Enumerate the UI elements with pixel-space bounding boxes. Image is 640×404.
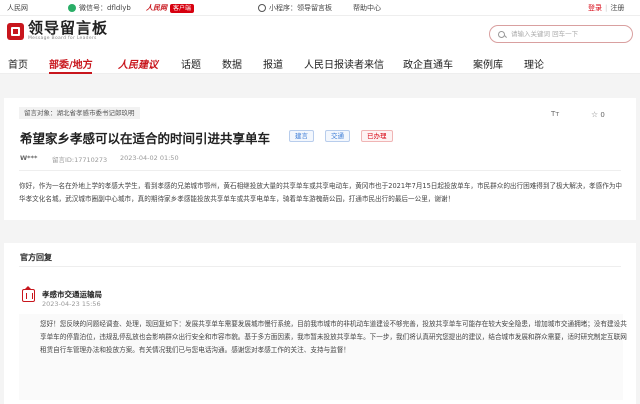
- nav-item-theory[interactable]: 理论: [524, 56, 544, 71]
- site-header: 领导留言板 Message Board for Leaders: [0, 16, 640, 50]
- top-utility-bar: 人民网 微信号：dfldlyb 人民网 客户端 小程序：领导留言板 帮助中心 登…: [0, 0, 640, 16]
- search-box[interactable]: [489, 25, 633, 43]
- people-daily-logo: 人民网: [146, 3, 167, 12]
- nav-item-people-suggestion[interactable]: 人民建议: [118, 56, 158, 71]
- help-center-link[interactable]: 帮助中心: [353, 3, 381, 13]
- main-nav: 首页 部委/地方 人民建议 话题 数据 报道 人民日报读者来信 政企直通车 案例…: [0, 50, 640, 74]
- separator: |: [605, 4, 608, 12]
- nav-item-reports[interactable]: 报道: [263, 56, 283, 71]
- official-reply-heading: 官方回复: [20, 253, 52, 262]
- reply-datetime: 2023-04-23 15:56: [42, 300, 101, 308]
- star-icon: ☆: [591, 110, 599, 119]
- nav-item-topics[interactable]: 话题: [181, 56, 201, 71]
- register-link[interactable]: 注册: [610, 3, 624, 13]
- message-datetime: 2023-04-02 01:50: [120, 154, 179, 162]
- divider: [19, 266, 621, 267]
- message-target: 留言对象：湖北省孝感市委书记郎玖明: [19, 107, 140, 119]
- reply-org-name: 孝感市交通运输局: [42, 290, 102, 299]
- nav-item-ministries-local[interactable]: 部委/地方: [49, 56, 93, 71]
- wechat-link[interactable]: 微信号：dfldlyb: [68, 3, 131, 13]
- nav-item-enterprise-express[interactable]: 政企直通车: [403, 56, 453, 71]
- message-id: 留言ID:17710273: [52, 156, 108, 164]
- message-title: 希望家乡孝感可以在适合的时间引进共享单车: [20, 131, 271, 146]
- miniprogram-label: 小程序：领导留言板: [269, 4, 332, 12]
- wechat-label: 微信号：dfldlyb: [79, 4, 131, 12]
- wechat-icon: [68, 4, 76, 12]
- government-building-icon: [22, 286, 35, 302]
- client-link[interactable]: 人民网 客户端: [146, 3, 195, 13]
- nav-item-reader-letters[interactable]: 人民日报读者来信: [304, 56, 384, 71]
- login-link[interactable]: 登录: [588, 3, 602, 13]
- status-badge: 已办理: [361, 130, 393, 142]
- tag-transport[interactable]: 交通: [325, 130, 350, 142]
- nav-item-home[interactable]: 首页: [8, 56, 28, 71]
- divider: [19, 170, 621, 171]
- nav-item-data[interactable]: 数据: [222, 56, 242, 71]
- brand-logo[interactable]: 领导留言板 Message Board for Leaders: [7, 20, 108, 42]
- author-name: W***: [20, 154, 38, 162]
- nav-active-indicator: [49, 72, 92, 74]
- nav-item-case-library[interactable]: 案例库: [473, 56, 503, 71]
- font-size-button[interactable]: Tт: [551, 110, 559, 118]
- site-link[interactable]: 人民网: [7, 3, 28, 13]
- client-badge: 客户端: [170, 3, 195, 13]
- favorite-count: 0: [600, 111, 605, 119]
- search-icon[interactable]: [498, 30, 505, 38]
- help-label: 帮助中心: [353, 4, 381, 12]
- brand-title: 领导留言板: [28, 19, 109, 37]
- brand-mark-icon: [7, 22, 24, 40]
- message-content: 你好，作为一名在外地上学的孝感大学生，看到孝感的兄弟城市鄂州，黄石相继投放大量的…: [19, 182, 623, 203]
- site-label: 人民网: [7, 4, 28, 12]
- brand-subtitle: Message Board for Leaders: [28, 36, 97, 41]
- tag-suggestion[interactable]: 建言: [289, 130, 314, 142]
- search-input[interactable]: [511, 30, 621, 38]
- favorite-button[interactable]: ☆ 0: [591, 110, 605, 119]
- reply-content: 您好！您反映的问题经调查、处理，现回复如下：发展共享单车需要发展城市慢行系统，目…: [40, 320, 627, 354]
- miniprogram-link[interactable]: 小程序：领导留言板: [258, 3, 332, 13]
- miniprogram-icon: [258, 4, 266, 12]
